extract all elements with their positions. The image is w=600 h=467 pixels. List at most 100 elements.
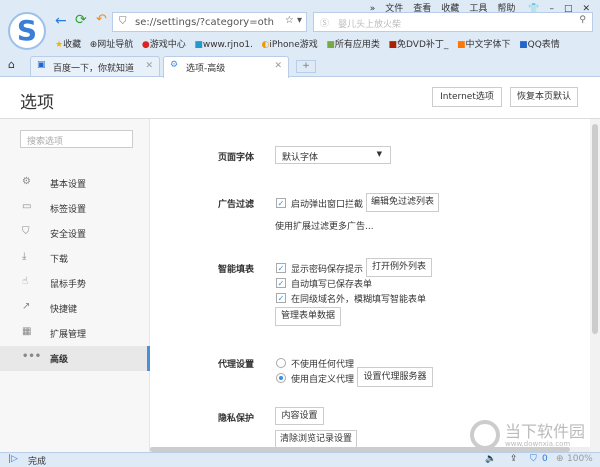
bookmark[interactable]: 所有应用类 — [335, 40, 380, 50]
privacy-label: 隐私保护 — [218, 414, 255, 424]
page-title: 选项 — [20, 93, 54, 113]
password-prompt-checkbox[interactable]: ✓ — [276, 263, 286, 273]
blocked-count: 0 — [542, 454, 548, 464]
sidebar-item[interactable]: ⛉ 安全设置 — [0, 221, 150, 246]
site-icon: ■ — [326, 40, 335, 50]
browser-logo[interactable]: S — [8, 12, 46, 50]
sidebar-item-label: 高级 — [50, 355, 69, 365]
no-proxy-radio[interactable] — [276, 358, 286, 368]
star-icon: ★ — [55, 40, 64, 50]
clear-history-settings-button[interactable]: 清除浏览记录设置 — [275, 430, 357, 448]
sidebar-item-label: 鼠标手势 — [50, 280, 87, 290]
font-select[interactable]: 默认字体 ▼ — [275, 146, 391, 164]
sidebar-icon: ⤓ — [22, 251, 27, 262]
autofill-saved-checkbox[interactable]: ✓ — [276, 278, 286, 288]
bookmark[interactable]: 游戏中心 — [150, 40, 186, 50]
sidebar-icon: ▭ — [22, 201, 32, 212]
download-icon[interactable]: ⇪ — [510, 454, 518, 464]
sidebar-icon: ↗ — [22, 301, 31, 312]
sidebar-icon: ••• — [22, 351, 42, 362]
tab-baidu[interactable]: ▣ 百度一下，你就知道 ✕ — [30, 56, 160, 76]
sidebar-item-label: 标签设置 — [50, 205, 87, 215]
fuzzy-fill-label: 在同级域名外，模糊填写智能表单 — [291, 295, 427, 305]
exception-list-button[interactable]: 打开例外列表 — [366, 258, 432, 277]
mute-icon[interactable]: 🔈 — [485, 454, 496, 464]
sidebar-icon: ⛉ — [22, 226, 30, 237]
internet-options-button[interactable]: Internet选项 — [432, 87, 502, 107]
manage-form-data-button[interactable]: 管理表单数据 — [275, 307, 341, 326]
sidebar-item-label: 基本设置 — [50, 180, 87, 190]
restore-defaults-button[interactable]: 恢复本页默认 — [510, 87, 578, 107]
custom-proxy-radio[interactable] — [276, 373, 286, 383]
sidebar-item[interactable]: ••• 高级 — [0, 346, 150, 371]
undo-icon[interactable]: ↶ — [96, 12, 107, 27]
bookmark-bar: ★收藏 ⊕网址导航 ●游戏中心 ■www.rjno1. ◐iPhone游戏 ■所… — [55, 37, 560, 50]
sidebar-icon: ☝ — [22, 276, 29, 287]
proxy-server-button[interactable]: 设置代理服务器 — [357, 367, 433, 387]
sidebar-icon: ▦ — [22, 326, 32, 337]
bookmark[interactable]: 中文字体下 — [466, 40, 511, 50]
sidebar-search-input[interactable]: 搜索选项 — [20, 130, 133, 148]
sidebar-item-label: 快捷键 — [50, 305, 78, 315]
new-tab-button[interactable]: + — [296, 60, 316, 73]
bookmark[interactable]: www.rjno1. — [203, 40, 253, 50]
bookmark[interactable]: 收藏 — [63, 40, 81, 50]
custom-proxy-label: 使用自定义代理 — [291, 375, 355, 385]
sidebar-item[interactable]: ▭ 标签设置 — [0, 196, 150, 221]
star-icon[interactable]: ☆ ▾ — [284, 15, 302, 26]
autofill-saved-label: 自动填写已保存表单 — [291, 280, 373, 290]
tab-settings[interactable]: ⚙ 选项-高级 ✕ — [163, 56, 289, 78]
shield-icon: ⛉ — [119, 16, 127, 27]
autofill-label: 智能填表 — [218, 265, 255, 275]
zoom-icon[interactable]: ⊕ — [556, 454, 564, 464]
search-input[interactable]: Ⓢ 婴儿头上放火柴 ⚲ — [313, 12, 593, 32]
bookmark[interactable]: 网址导航 — [97, 40, 133, 50]
sidebar-icon: ⚙ — [22, 176, 31, 187]
popup-block-checkbox[interactable]: ✓ — [276, 198, 286, 208]
sidebar-item-label: 安全设置 — [50, 230, 87, 240]
shield-icon[interactable]: ⛉ — [530, 454, 537, 464]
address-bar[interactable]: ⛉ se://settings/?category=oth ☆ ▾ — [112, 12, 307, 32]
back-icon[interactable]: ← — [55, 13, 67, 29]
bookmark[interactable]: QQ表情 — [528, 40, 560, 50]
bookmark[interactable]: iPhone游戏 — [269, 40, 317, 50]
sidebar-item[interactable]: ▦ 扩展管理 — [0, 321, 150, 346]
no-proxy-label: 不使用任何代理 — [291, 360, 355, 370]
sidebar-item[interactable]: ↗ 快捷键 — [0, 296, 150, 321]
fuzzy-fill-checkbox[interactable]: ✓ — [276, 293, 286, 303]
sidebar-item[interactable]: ☝ 鼠标手势 — [0, 271, 150, 296]
content-settings-button[interactable]: 内容设置 — [275, 407, 324, 425]
sidebar-toggle-icon[interactable]: |▷ — [8, 454, 18, 464]
vertical-scrollbar[interactable] — [590, 119, 600, 452]
chevron-down-icon: ▼ — [376, 150, 382, 158]
sidebar-item[interactable]: ⤓ 下载 — [0, 246, 150, 271]
site-icon: ■ — [388, 40, 398, 50]
extension-filter-link[interactable]: 使用扩展过滤更多广告... — [275, 219, 374, 232]
paw-icon: ▣ — [37, 60, 46, 70]
proxy-label: 代理设置 — [218, 360, 255, 370]
close-tab-icon[interactable]: ✕ — [145, 61, 153, 71]
scrollbar-thumb[interactable] — [592, 124, 598, 334]
edit-whitelist-button[interactable]: 编辑免过滤列表 — [366, 193, 439, 212]
site-icon: ■ — [456, 40, 466, 50]
search-icon[interactable]: ⚲ — [579, 15, 586, 25]
sidebar-item-label: 扩展管理 — [50, 330, 87, 340]
popup-block-label: 启动弹出窗口拦截 — [291, 200, 364, 210]
bookmark[interactable]: 免DVD补丁_ — [397, 40, 448, 50]
status-text: 完成 — [28, 457, 47, 467]
gear-icon: ⚙ — [170, 60, 179, 70]
close-tab-icon[interactable]: ✕ — [274, 61, 282, 71]
adfilter-label: 广告过滤 — [218, 200, 255, 210]
search-engine-icon: Ⓢ — [320, 19, 330, 29]
sidebar-item[interactable]: ⚙ 基本设置 — [0, 171, 150, 196]
sidebar-item-label: 下载 — [50, 255, 69, 265]
refresh-icon[interactable]: ⟳ — [75, 12, 87, 28]
browser-chrome: S » 文件 查看 收藏 工具 帮助 👕 – □ ✕ ← ⟳ ↶ ⛉ se://settings/… — [0, 0, 600, 78]
watermark-logo — [470, 420, 500, 450]
zoom-level[interactable]: 100% — [567, 454, 593, 464]
game-icon: ● — [141, 40, 150, 50]
watermark-name: 当下软件园 — [505, 422, 586, 441]
status-bar: |▷ 完成 🔈 ⇪ ⛉ 0 ⊕ 100% — [0, 452, 600, 467]
password-prompt-label: 显示密码保存提示 — [291, 265, 364, 275]
home-icon[interactable]: ⌂ — [8, 58, 15, 71]
